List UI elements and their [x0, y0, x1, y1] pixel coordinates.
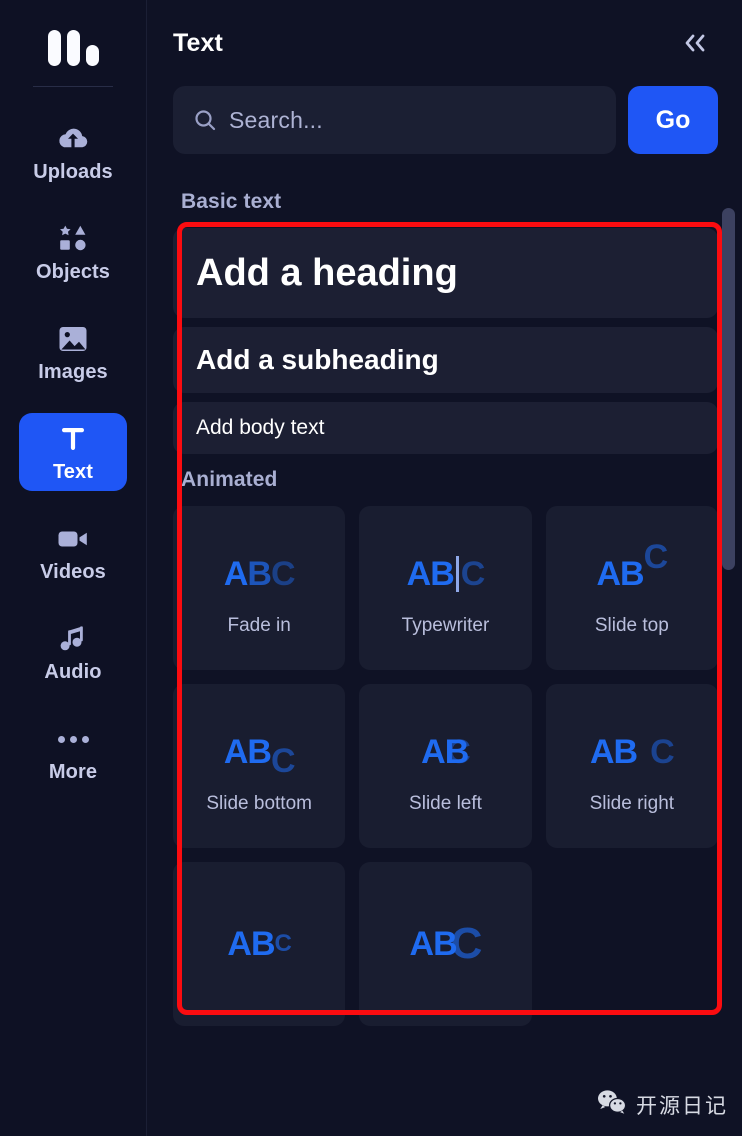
- sidebar-item-label: Objects: [35, 261, 111, 283]
- basic-text-section-label: Basic text: [181, 190, 282, 213]
- animated-option-slide-left[interactable]: ABC Slide left: [359, 684, 532, 848]
- animated-option-label: Slide left: [409, 793, 482, 814]
- animated-option-slide-top[interactable]: ABC Slide top: [545, 506, 718, 670]
- animated-option-label: Slide top: [594, 615, 669, 636]
- animated-option-label: Fade in: [227, 615, 291, 636]
- animated-grid-row-2: ABC Slide bottom ABC Slide left ABC Slid…: [173, 684, 718, 848]
- watermark-text: 开源日记: [636, 1093, 728, 1118]
- logo-bar-1: [47, 30, 61, 66]
- sidebar-item-objects[interactable]: Objects: [19, 213, 127, 291]
- video-camera-icon: [56, 523, 90, 555]
- double-chevron-left-icon[interactable]: [678, 28, 712, 58]
- preview-abc: ABC: [421, 732, 471, 771]
- app-logo[interactable]: [43, 22, 103, 66]
- sidebar-item-audio[interactable]: Audio: [19, 613, 127, 691]
- shapes-icon: [56, 223, 90, 255]
- search-box[interactable]: [173, 86, 616, 154]
- logo-bar-3: [85, 45, 99, 66]
- sidebar-item-label: More: [48, 761, 98, 783]
- animated-grid-row-1: ABC Fade in ABC Typewriter ABC Slide top: [173, 506, 718, 670]
- animated-grid-row-3: ABC ABC: [173, 862, 718, 1026]
- sidebar-item-label: Audio: [44, 661, 102, 683]
- scrollbar-thumb[interactable]: [722, 208, 735, 570]
- sidebar-item-more[interactable]: More: [19, 713, 127, 791]
- preview-abc: ABC: [409, 919, 483, 968]
- text-options-scroll-area: Basic text Add a heading Add a subheadin…: [147, 176, 742, 1136]
- preview-abc: ABC: [223, 732, 296, 780]
- preview-abc: ABC: [596, 537, 668, 593]
- sidebar-nav: Uploads Objects Images Text Videos Audio…: [0, 113, 146, 813]
- sidebar-divider: [33, 86, 113, 87]
- sidebar-item-videos[interactable]: Videos: [19, 513, 127, 591]
- wechat-watermark: 开源日记: [597, 1089, 728, 1120]
- add-heading-option[interactable]: Add a heading: [173, 228, 718, 318]
- option-label: Add a subheading: [196, 344, 439, 375]
- sidebar-item-uploads[interactable]: Uploads: [19, 113, 127, 191]
- option-label: Add a heading: [196, 251, 458, 294]
- animated-option-partial-2[interactable]: ABC: [359, 862, 532, 1026]
- animated-option-slide-bottom[interactable]: ABC Slide bottom: [173, 684, 346, 848]
- animated-option-fade-in[interactable]: ABC Fade in: [173, 506, 346, 670]
- sidebar-item-label: Uploads: [33, 161, 113, 183]
- cloud-upload-icon: [56, 123, 90, 155]
- animated-option-slide-right[interactable]: ABC Slide right: [545, 684, 718, 848]
- preview-abc: ABC: [227, 924, 291, 963]
- sidebar-item-label: Images: [38, 361, 108, 383]
- animated-option-label: Typewriter: [401, 615, 490, 636]
- sidebar-item-text[interactable]: Text: [19, 413, 127, 491]
- sidebar-item-label: Text: [52, 461, 94, 483]
- animated-option-partial-1[interactable]: ABC: [173, 862, 346, 1026]
- panel-scrollbar[interactable]: [722, 200, 735, 900]
- animated-option-label: Slide right: [589, 793, 675, 814]
- panel-header: Text: [147, 0, 742, 86]
- text-t-icon: [56, 423, 90, 455]
- sidebar-item-images[interactable]: Images: [19, 313, 127, 391]
- image-icon: [56, 323, 90, 355]
- left-sidebar: Uploads Objects Images Text Videos Audio…: [0, 0, 147, 1136]
- text-panel: Text Go Basic text: [147, 0, 742, 1136]
- preview-abc: ABC: [589, 732, 675, 771]
- animated-section-label: Animated: [181, 468, 278, 491]
- logo-bar-2: [66, 30, 80, 66]
- search-input[interactable]: [229, 106, 596, 134]
- preview-abc: ABC: [223, 554, 296, 593]
- ellipsis-dot: [81, 735, 89, 743]
- ellipsis-dot: [57, 735, 65, 743]
- search-row: Go: [147, 86, 742, 154]
- option-label: Add body text: [196, 416, 325, 439]
- search-icon: [193, 108, 217, 132]
- page-title: Text: [173, 28, 223, 57]
- ellipsis-icon: [56, 723, 90, 755]
- animated-option-typewriter[interactable]: ABC Typewriter: [359, 506, 532, 670]
- preview-abc: ABC: [406, 554, 486, 593]
- app-window: Uploads Objects Images Text Videos Audio…: [0, 0, 742, 1136]
- add-body-text-option[interactable]: Add body text: [173, 402, 718, 454]
- search-go-button[interactable]: Go: [628, 86, 718, 154]
- add-subheading-option[interactable]: Add a subheading: [173, 327, 718, 393]
- sidebar-item-label: Videos: [40, 561, 106, 583]
- music-note-icon: [56, 623, 90, 655]
- ellipsis-dot: [69, 735, 77, 743]
- wechat-icon: [597, 1089, 627, 1120]
- animated-option-label: Slide bottom: [206, 793, 312, 814]
